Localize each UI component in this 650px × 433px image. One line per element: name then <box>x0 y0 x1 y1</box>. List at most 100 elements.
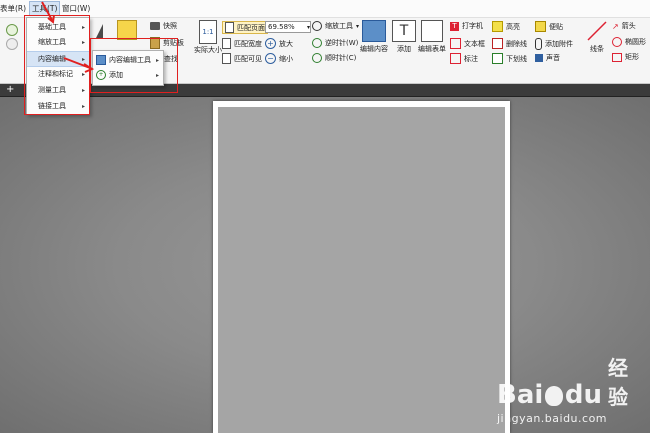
edit-form-button[interactable]: 编辑表单 <box>418 20 446 54</box>
fit-page-icon <box>225 22 234 33</box>
highlight-box-submenu <box>90 38 178 93</box>
zoom-out-icon: − <box>265 53 276 64</box>
menu-window[interactable]: 窗口(W) <box>62 3 90 14</box>
page-content-area <box>218 107 505 433</box>
fit-width-icon <box>222 38 231 49</box>
zoom-out-label: 缩小 <box>279 54 293 63</box>
callout-icon <box>450 53 461 64</box>
chevron-down-icon: ▾ <box>306 23 310 31</box>
add-button[interactable]: T 添加 <box>392 20 416 54</box>
underline-button[interactable]: 下划线 <box>492 53 527 64</box>
highlight-button[interactable]: 高亮 <box>492 21 520 32</box>
zoom-input[interactable]: 69.58% ▾ <box>265 21 311 33</box>
arrow-label: 箭头 <box>621 22 636 30</box>
textbox-button[interactable]: 文本框 <box>450 38 485 49</box>
select-text-icon[interactable] <box>117 20 137 40</box>
actual-size-button[interactable]: 1:1 实际大小 <box>194 20 222 55</box>
new-tab-plus-icon[interactable]: + <box>6 84 14 96</box>
fit-width-label: 匹配宽度 <box>234 39 262 48</box>
edit-content-button[interactable]: 编辑内容 <box>360 20 388 54</box>
line-button[interactable]: 线条 <box>586 20 608 54</box>
watermark-jingyan: 经验 <box>607 356 628 409</box>
rotate-right-icon <box>312 53 322 63</box>
highlight-icon <box>492 21 503 32</box>
zoom-in-icon: + <box>265 38 276 49</box>
rotate-left-button[interactable]: 逆时针(W) <box>312 38 358 48</box>
fit-visible-button[interactable]: 匹配可见 <box>222 53 262 64</box>
magnifier-icon <box>312 21 322 31</box>
arrow-button[interactable]: ↗ 箭头 <box>612 21 636 31</box>
rotate-right-label: 顺时针(C) <box>325 54 357 62</box>
back-icon[interactable] <box>6 24 18 36</box>
actual-size-label: 实际大小 <box>194 46 222 54</box>
camera-icon <box>150 22 160 30</box>
ellipse-icon <box>612 37 622 47</box>
strikeout-button[interactable]: 删除线 <box>492 38 527 49</box>
note-button[interactable]: 便贴 <box>535 21 563 32</box>
typewriter-button[interactable]: T 打字机 <box>450 21 483 31</box>
fit-page-button[interactable]: 匹配页面 <box>222 21 268 34</box>
add-text-icon: T <box>392 20 416 42</box>
ellipse-label: 椭圆形 <box>625 38 646 46</box>
edit-form-label: 编辑表单 <box>418 45 446 53</box>
dropdown-arrow-icon: ▾ <box>356 22 360 30</box>
zoom-tools-button[interactable]: 缩放工具 ▾ <box>312 21 359 31</box>
baidu-jingyan-watermark: Bai du 经验 jingyan.baidu.com <box>497 352 647 425</box>
arrow-icon: ↗ <box>612 21 619 31</box>
zoom-in-label: 放大 <box>279 39 293 48</box>
ellipse-button[interactable]: 椭圆形 <box>612 37 646 47</box>
fit-visible-label: 匹配可见 <box>234 54 262 63</box>
fit-width-button[interactable]: 匹配宽度 <box>222 38 262 49</box>
menu-form[interactable]: 表单(R) <box>0 3 26 14</box>
menu-bar: 表单(R) 工具(T) 窗口(W) <box>0 0 650 18</box>
document-page[interactable] <box>213 101 510 433</box>
hand-tool-icon[interactable] <box>96 24 103 38</box>
edit-content-icon <box>362 20 386 42</box>
speaker-icon <box>535 54 543 62</box>
textbox-icon <box>450 38 461 49</box>
forward-icon[interactable] <box>6 38 18 50</box>
textbox-label: 文本框 <box>464 39 485 48</box>
note-label: 便贴 <box>549 22 563 31</box>
rotate-right-button[interactable]: 顺时针(C) <box>312 53 356 63</box>
paperclip-icon <box>535 38 542 50</box>
underline-label: 下划线 <box>506 54 527 63</box>
strikeout-icon <box>492 38 503 49</box>
rotate-left-icon <box>312 38 322 48</box>
actual-size-icon: 1:1 <box>199 20 217 44</box>
highlight-label: 高亮 <box>506 22 520 31</box>
snapshot-label: 快照 <box>163 22 177 30</box>
fit-page-label: 匹配页面 <box>237 23 265 32</box>
paw-icon <box>545 386 563 406</box>
attach-label: 添加附件 <box>545 40 573 48</box>
edit-form-icon <box>421 20 443 42</box>
watermark-brand-suffix: du <box>564 380 602 410</box>
rectangle-label: 矩形 <box>625 53 639 61</box>
attach-button[interactable]: 添加附件 <box>535 38 573 50</box>
red-arrow-menu-icon <box>41 1 55 24</box>
sound-button[interactable]: 声音 <box>535 53 560 63</box>
watermark-url: jingyan.baidu.com <box>497 412 608 425</box>
callout-label: 标注 <box>464 54 478 63</box>
callout-button[interactable]: 标注 <box>450 53 478 64</box>
underline-icon <box>492 53 503 64</box>
zoom-tools-label: 缩放工具 <box>325 22 353 30</box>
typewriter-icon: T <box>450 21 459 31</box>
fit-visible-icon <box>222 53 231 64</box>
rectangle-button[interactable]: 矩形 <box>612 52 639 62</box>
line-icon <box>587 21 607 41</box>
zoom-out-button[interactable]: − 缩小 <box>265 53 293 64</box>
watermark-brand: Bai <box>497 380 544 410</box>
add-label: 添加 <box>397 45 411 53</box>
sound-label: 声音 <box>546 54 560 62</box>
rectangle-icon <box>612 52 622 62</box>
snapshot-button[interactable]: 快照 <box>150 21 177 31</box>
line-label: 线条 <box>590 45 604 53</box>
edit-content-label: 编辑内容 <box>360 45 388 53</box>
note-icon <box>535 21 546 32</box>
red-arrow-submenu-icon <box>63 57 95 73</box>
strikeout-label: 删除线 <box>506 39 527 48</box>
zoom-value: 69.58% <box>268 23 295 31</box>
zoom-in-button[interactable]: + 放大 <box>265 38 293 49</box>
typewriter-label: 打字机 <box>462 22 483 30</box>
